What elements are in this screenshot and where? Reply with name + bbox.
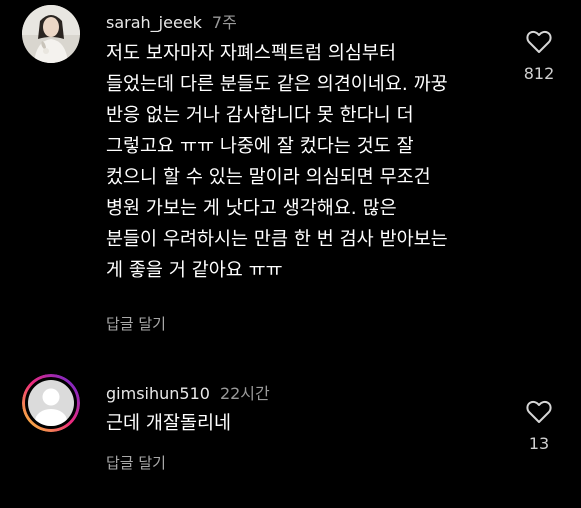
comment-item: gimsihun510 22시간 근데 개잘돌리네 답글 달기 13 [0,360,581,508]
default-avatar-icon [22,374,80,432]
timestamp: 22시간 [219,384,270,403]
avatar-photo [22,5,80,63]
comment-text: 근데 개잘돌리네 [106,408,231,439]
comment-line: 병원 가보는 게 낫다고 생각해요. 많은 [106,198,397,219]
reply-button[interactable]: 답글 달기 [106,452,166,473]
comment-line: 컸으니 할 수 있는 말이라 의심되면 무조건 [106,167,431,188]
heart-outline-icon[interactable] [526,30,552,54]
comment-line: 분들이 우려하시는 만큼 한 번 검사 받아보는 [106,229,448,250]
comment-text: 저도 보자마자 자폐스펙트럼 의심부터 들었는데 다른 분들도 같은 의견이네요… [106,38,448,286]
like-button[interactable]: 812 [516,30,562,83]
like-count: 13 [528,434,550,453]
comment-line: 근데 개잘돌리네 [106,413,232,434]
comment-line: 그렇고요 ㅠㅠ 나중에 잘 컸다는 것도 잘 [106,136,414,157]
like-count: 812 [523,64,555,83]
avatar[interactable] [22,5,80,63]
comment-line: 저도 보자마자 자폐스펙트럼 의심부터 [106,43,396,64]
heart-outline-icon[interactable] [526,400,552,424]
username[interactable]: sarah_jeeek [106,13,202,32]
comment-author[interactable]: gimsihun510 22시간 [106,380,270,404]
comment-line: 게 좋을 거 같아요 ㅠㅠ [106,260,283,281]
like-button[interactable]: 13 [516,400,562,453]
comment-line: 들었는데 다른 분들도 같은 의견이네요. 까꿍 [106,74,448,95]
username[interactable]: gimsihun510 [106,384,210,403]
comment-item: sarah_jeeek 7주 저도 보자마자 자폐스펙트럼 의심부터 들었는데 다… [0,0,581,350]
timestamp: 7주 [211,13,237,32]
avatar[interactable] [22,374,80,432]
reply-button[interactable]: 답글 달기 [106,313,166,334]
comment-line: 반응 없는 거나 감사합니다 못 한다니 더 [106,105,414,126]
comment-author[interactable]: sarah_jeeek 7주 [106,9,237,33]
